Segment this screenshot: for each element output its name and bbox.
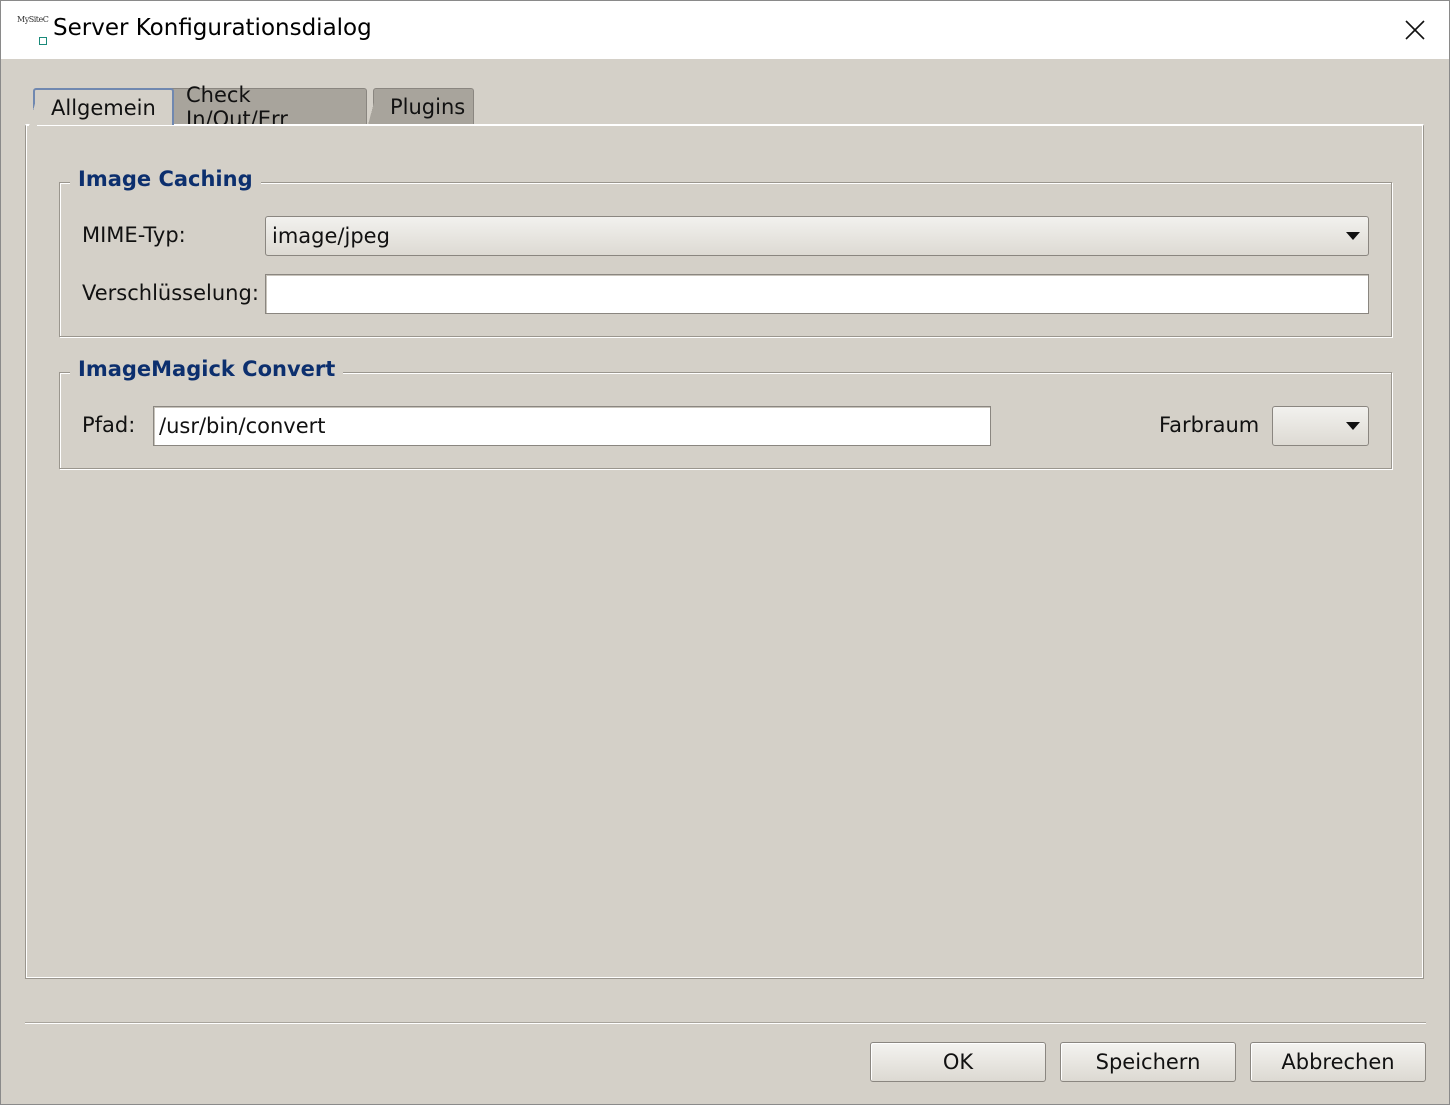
tab-check-in-out-err[interactable]: Check In/Out/Err xyxy=(164,83,367,131)
dialog-content: Allgemein Check In/Out/Err Plugins Image… xyxy=(1,59,1449,1104)
mime-type-select[interactable]: image/jpeg xyxy=(265,216,1369,256)
tab-plugins[interactable]: Plugins xyxy=(368,88,474,125)
dialog-window: MySiteC Server Konfigurationsdialog Allg… xyxy=(0,0,1450,1105)
colorspace-select[interactable] xyxy=(1272,406,1369,446)
app-logo-icon: MySiteC xyxy=(17,15,49,47)
path-input[interactable]: /usr/bin/convert xyxy=(153,406,991,446)
encryption-label: Verschlüsselung: xyxy=(82,281,259,305)
tab-allgemein[interactable]: Allgemein xyxy=(29,88,174,126)
close-button[interactable] xyxy=(1393,9,1437,51)
cancel-button[interactable]: Abbrechen xyxy=(1250,1042,1426,1082)
mime-type-value: image/jpeg xyxy=(272,224,390,248)
button-separator xyxy=(25,1022,1426,1024)
close-icon xyxy=(1405,20,1425,40)
save-button[interactable]: Speichern xyxy=(1060,1042,1236,1082)
imagemagick-title: ImageMagick Convert xyxy=(70,357,344,381)
encryption-input[interactable] xyxy=(265,274,1369,314)
ok-button[interactable]: OK xyxy=(870,1042,1046,1082)
path-label: Pfad: xyxy=(82,413,136,437)
title-bar[interactable]: MySiteC Server Konfigurationsdialog xyxy=(1,1,1449,59)
mime-type-label: MIME-Typ: xyxy=(82,223,186,247)
chevron-down-icon xyxy=(1346,232,1360,240)
colorspace-label: Farbraum xyxy=(1159,413,1260,437)
image-caching-group: Image Caching MIME-Typ: image/jpeg Versc… xyxy=(59,167,1392,337)
window-title: Server Konfigurationsdialog xyxy=(53,15,372,41)
image-caching-title: Image Caching xyxy=(70,167,261,191)
tab-panel-allgemein: Image Caching MIME-Typ: image/jpeg Versc… xyxy=(25,124,1424,979)
imagemagick-group: ImageMagick Convert Pfad: /usr/bin/conve… xyxy=(59,357,1392,469)
chevron-down-icon xyxy=(1346,422,1360,430)
